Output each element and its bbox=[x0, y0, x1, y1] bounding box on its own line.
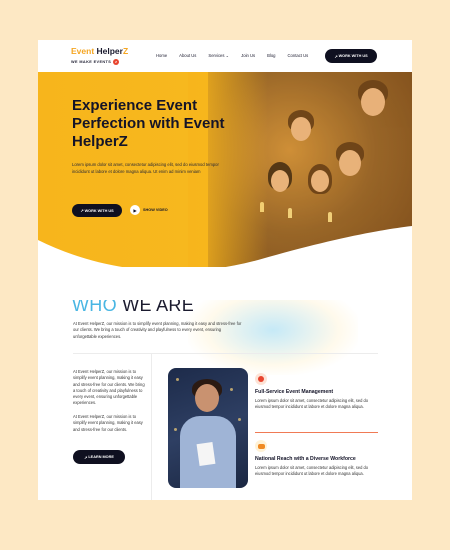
header-work-with-us-button[interactable]: ↗ WORK WITH US bbox=[325, 49, 377, 63]
person-face bbox=[361, 88, 385, 116]
bokeh-light bbox=[238, 418, 241, 421]
document-paper bbox=[196, 441, 216, 467]
person-face bbox=[291, 117, 311, 141]
service-divider bbox=[255, 432, 378, 433]
drink-glass bbox=[288, 208, 292, 218]
nav-services[interactable]: Services ⌄ bbox=[208, 53, 229, 58]
person-face bbox=[339, 150, 361, 176]
play-icon: ▶ bbox=[130, 205, 140, 215]
bokeh-light bbox=[174, 428, 177, 431]
hero-work-with-us-button[interactable]: ↗ WORK WITH US bbox=[72, 204, 122, 217]
chevron-down-icon: ⌄ bbox=[225, 53, 230, 58]
service-title: National Reach with a Diverse Workforce bbox=[255, 456, 356, 462]
divider bbox=[73, 353, 378, 354]
person-face bbox=[195, 384, 219, 412]
nav-blog[interactable]: Blog bbox=[267, 53, 275, 58]
hero-title: Experience Event Perfection with Event H… bbox=[72, 97, 225, 150]
event-planner-icon bbox=[255, 373, 267, 385]
bokeh-light bbox=[176, 378, 179, 381]
person-face bbox=[271, 170, 289, 192]
service-text: Lorem ipsum dolor sit amet, consectetur … bbox=[255, 398, 369, 410]
person-face bbox=[311, 170, 329, 192]
service-card-1: Full-Service Event Management Lorem ipsu… bbox=[255, 373, 380, 411]
logo-badge: Z bbox=[113, 59, 120, 65]
hero-text: Lorem ipsum dolor sit amet, consectetur … bbox=[72, 162, 219, 174]
logo[interactable]: Event HelperZ WE MAKE EVENTS Z bbox=[71, 46, 128, 65]
show-video-button[interactable]: ▶ SHOW VIDEO bbox=[130, 205, 168, 215]
nav-contact-us[interactable]: Contact Us bbox=[288, 53, 309, 58]
divider bbox=[151, 354, 152, 500]
about-paragraph-1: At Event HelperZ, our mission is to simp… bbox=[73, 369, 145, 406]
nav-home[interactable]: Home bbox=[156, 53, 167, 58]
logo-wordmark: Event HelperZ bbox=[71, 46, 129, 56]
site-header: Event HelperZ WE MAKE EVENTS Z Home About… bbox=[38, 40, 412, 72]
nav-about-us[interactable]: About Us bbox=[179, 53, 196, 58]
service-card-2: National Reach with a Diverse Workforce … bbox=[255, 440, 380, 478]
team-network-icon bbox=[255, 440, 267, 452]
show-video-label: SHOW VIDEO bbox=[143, 208, 168, 212]
service-title: Full-Service Event Management bbox=[255, 389, 334, 395]
website-page: Event HelperZ WE MAKE EVENTS Z Home About… bbox=[38, 40, 412, 500]
about-paragraph-2: At Event HelperZ, our mission is to simp… bbox=[73, 414, 143, 432]
nav-join-us[interactable]: Join Us bbox=[241, 53, 255, 58]
about-intro: At Event HelperZ, our mission is to simp… bbox=[73, 321, 242, 339]
main-nav: Home About Us Services ⌄ Join Us Blog Co… bbox=[156, 53, 308, 58]
learn-more-button[interactable]: ↗ LEARN MORE bbox=[73, 450, 125, 464]
event-planner-photo bbox=[168, 368, 248, 488]
logo-tagline: WE MAKE EVENTS Z bbox=[71, 59, 120, 65]
bokeh-light bbox=[230, 388, 233, 391]
service-text: Lorem ipsum dolor sit amet, consectetur … bbox=[255, 465, 369, 477]
hero-wave-divider bbox=[38, 226, 412, 300]
